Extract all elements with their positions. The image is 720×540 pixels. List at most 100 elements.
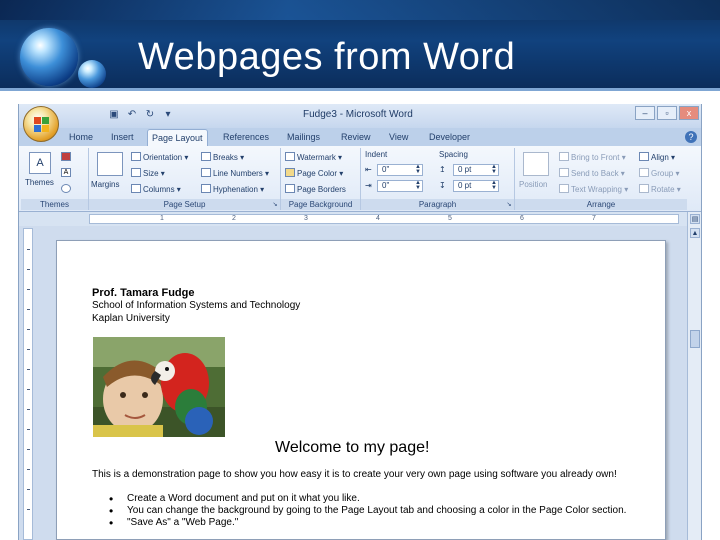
office-logo-icon — [34, 117, 49, 132]
position-icon[interactable] — [523, 152, 549, 176]
text-wrapping-icon — [559, 184, 569, 193]
vertical-scrollbar[interactable]: ▤ ▲ — [687, 212, 701, 540]
scroll-up-icon[interactable]: ▲ — [690, 228, 700, 238]
tab-developer[interactable]: Developer — [425, 129, 474, 146]
ruler-number: 2 — [232, 215, 236, 222]
globe-icon — [20, 28, 78, 86]
vertical-ruler[interactable] — [23, 228, 33, 540]
ruler-toggle-icon[interactable]: ▤ — [690, 214, 700, 224]
watermark-button[interactable]: Watermark ▾ — [285, 152, 342, 164]
spin-arrows-icon[interactable]: ▲ ▼ — [415, 180, 421, 191]
header-shine — [0, 0, 720, 20]
group-page-background: Watermark ▾ Page Color ▾ Page Borders Pa… — [281, 148, 361, 210]
tab-insert[interactable]: Insert — [107, 129, 138, 146]
tab-view[interactable]: View — [385, 129, 412, 146]
group-label-page-setup: Page Setup — [89, 199, 280, 210]
indent-right-input[interactable]: 0" ▲ ▼ — [377, 180, 423, 192]
spin-arrows-icon[interactable]: ▲ ▼ — [491, 164, 497, 175]
ruler-tick — [27, 329, 30, 330]
list-item: You can change the background by going t… — [109, 505, 629, 517]
slide: Webpages from Word ▣ ↶ ↻ ▾ Fudge3 - Micr… — [0, 0, 720, 540]
undo-icon[interactable]: ↶ — [125, 108, 139, 122]
paragraph-launcher-icon[interactable]: ↘ — [505, 201, 513, 209]
ruler-number: 6 — [520, 215, 524, 222]
office-button[interactable] — [23, 106, 59, 142]
customize-toolbar-icon[interactable]: ▾ — [161, 108, 175, 122]
group-button[interactable]: Group ▾ — [639, 168, 679, 180]
text-wrapping-button[interactable]: Text Wrapping ▾ — [559, 184, 628, 196]
size-button[interactable]: Size ▾ — [131, 168, 165, 180]
theme-colors-icon[interactable] — [61, 152, 71, 161]
theme-effects-icon[interactable] — [61, 184, 71, 193]
ruler-tick — [27, 249, 30, 250]
rotate-button[interactable]: Rotate ▾ — [639, 184, 681, 196]
indent-left-input[interactable]: 0" ▲ ▼ — [377, 164, 423, 176]
author-university: Kaplan University — [92, 313, 170, 324]
page-color-button[interactable]: Page Color ▾ — [285, 168, 343, 180]
spin-arrows-icon[interactable]: ▲ ▼ — [491, 180, 497, 191]
boy-with-parrot-photo[interactable] — [93, 337, 225, 437]
title-bar: ▣ ↶ ↻ ▾ Fudge3 - Microsoft Word – ▫ x — [19, 104, 701, 128]
send-to-back-button[interactable]: Send to Back ▾ — [559, 168, 625, 180]
help-icon[interactable]: ? — [685, 131, 697, 143]
group-label-arrange: Arrange — [515, 199, 687, 210]
ruler-tick — [27, 369, 30, 370]
header-rule — [0, 88, 720, 91]
bring-to-front-icon — [559, 152, 569, 161]
theme-fonts-icon[interactable]: A — [61, 168, 71, 177]
group-label-page-background: Page Background — [281, 199, 360, 210]
small-globe-icon — [78, 60, 106, 88]
ruler-tick — [27, 289, 30, 290]
group-page-setup: Margins Orientation ▾ Size ▾ Columns ▾ B… — [89, 148, 281, 210]
margins-button-label[interactable]: Margins — [91, 180, 119, 189]
line-numbers-button[interactable]: Line Numbers ▾ — [201, 168, 269, 180]
spin-arrows-icon[interactable]: ▲ ▼ — [415, 164, 421, 175]
maximize-button[interactable]: ▫ — [657, 106, 677, 120]
ruler-bar: 1 2 3 4 5 6 7 — [19, 212, 701, 226]
minimize-button[interactable]: – — [635, 106, 655, 120]
slide-header: Webpages from Word — [0, 0, 720, 91]
quick-access-toolbar: ▣ ↶ ↻ ▾ — [63, 108, 175, 122]
columns-button[interactable]: Columns ▾ — [131, 184, 181, 196]
list-item: Create a Word document and put on it wha… — [109, 493, 629, 505]
ruler-tick — [27, 429, 30, 430]
tab-references[interactable]: References — [219, 129, 273, 146]
align-icon — [639, 152, 649, 161]
ruler-tick — [27, 349, 30, 350]
orientation-button[interactable]: Orientation ▾ — [131, 152, 188, 164]
ruler-tick — [27, 449, 30, 450]
margins-icon[interactable] — [97, 152, 123, 176]
document-page[interactable]: Prof. Tamara Fudge School of Information… — [56, 240, 666, 540]
spacing-before-icon: ↥ — [439, 165, 446, 174]
ruler-tick — [27, 309, 30, 310]
size-icon — [131, 168, 141, 177]
spacing-before-input[interactable]: 0 pt ▲ ▼ — [453, 164, 499, 176]
horizontal-ruler[interactable]: 1 2 3 4 5 6 7 — [89, 214, 679, 224]
hyphenation-button[interactable]: Hyphenation ▾ — [201, 184, 264, 196]
group-label-themes: Themes — [21, 199, 88, 210]
tab-review[interactable]: Review — [337, 129, 375, 146]
themes-button-label[interactable]: Themes — [25, 178, 54, 187]
slide-title: Webpages from Word — [138, 36, 516, 78]
tab-home[interactable]: Home — [65, 129, 97, 146]
ribbon-tabs: Home Insert Page Layout References Maili… — [19, 128, 701, 146]
watermark-icon — [285, 152, 295, 161]
breaks-button[interactable]: Breaks ▾ — [201, 152, 244, 164]
tab-page-layout[interactable]: Page Layout — [147, 129, 208, 146]
bring-to-front-button[interactable]: Bring to Front ▾ — [559, 152, 626, 164]
align-button[interactable]: Align ▾ — [639, 152, 675, 164]
scroll-thumb[interactable] — [690, 330, 700, 348]
close-button[interactable]: x — [679, 106, 699, 120]
page-borders-icon — [285, 184, 295, 193]
position-button-label[interactable]: Position — [519, 180, 547, 189]
ruler-number: 5 — [448, 215, 452, 222]
word-window: ▣ ↶ ↻ ▾ Fudge3 - Microsoft Word – ▫ x Ho… — [18, 104, 702, 540]
redo-icon[interactable]: ↻ — [143, 108, 157, 122]
tab-mailings[interactable]: Mailings — [283, 129, 324, 146]
page-setup-launcher-icon[interactable]: ↘ — [271, 201, 279, 209]
themes-icon[interactable]: A — [29, 152, 51, 174]
page-borders-button[interactable]: Page Borders — [285, 184, 346, 196]
group-arrange: Position Bring to Front ▾ Send to Back ▾… — [515, 148, 687, 210]
spacing-after-input[interactable]: 0 pt ▲ ▼ — [453, 180, 499, 192]
save-icon[interactable]: ▣ — [107, 108, 121, 122]
